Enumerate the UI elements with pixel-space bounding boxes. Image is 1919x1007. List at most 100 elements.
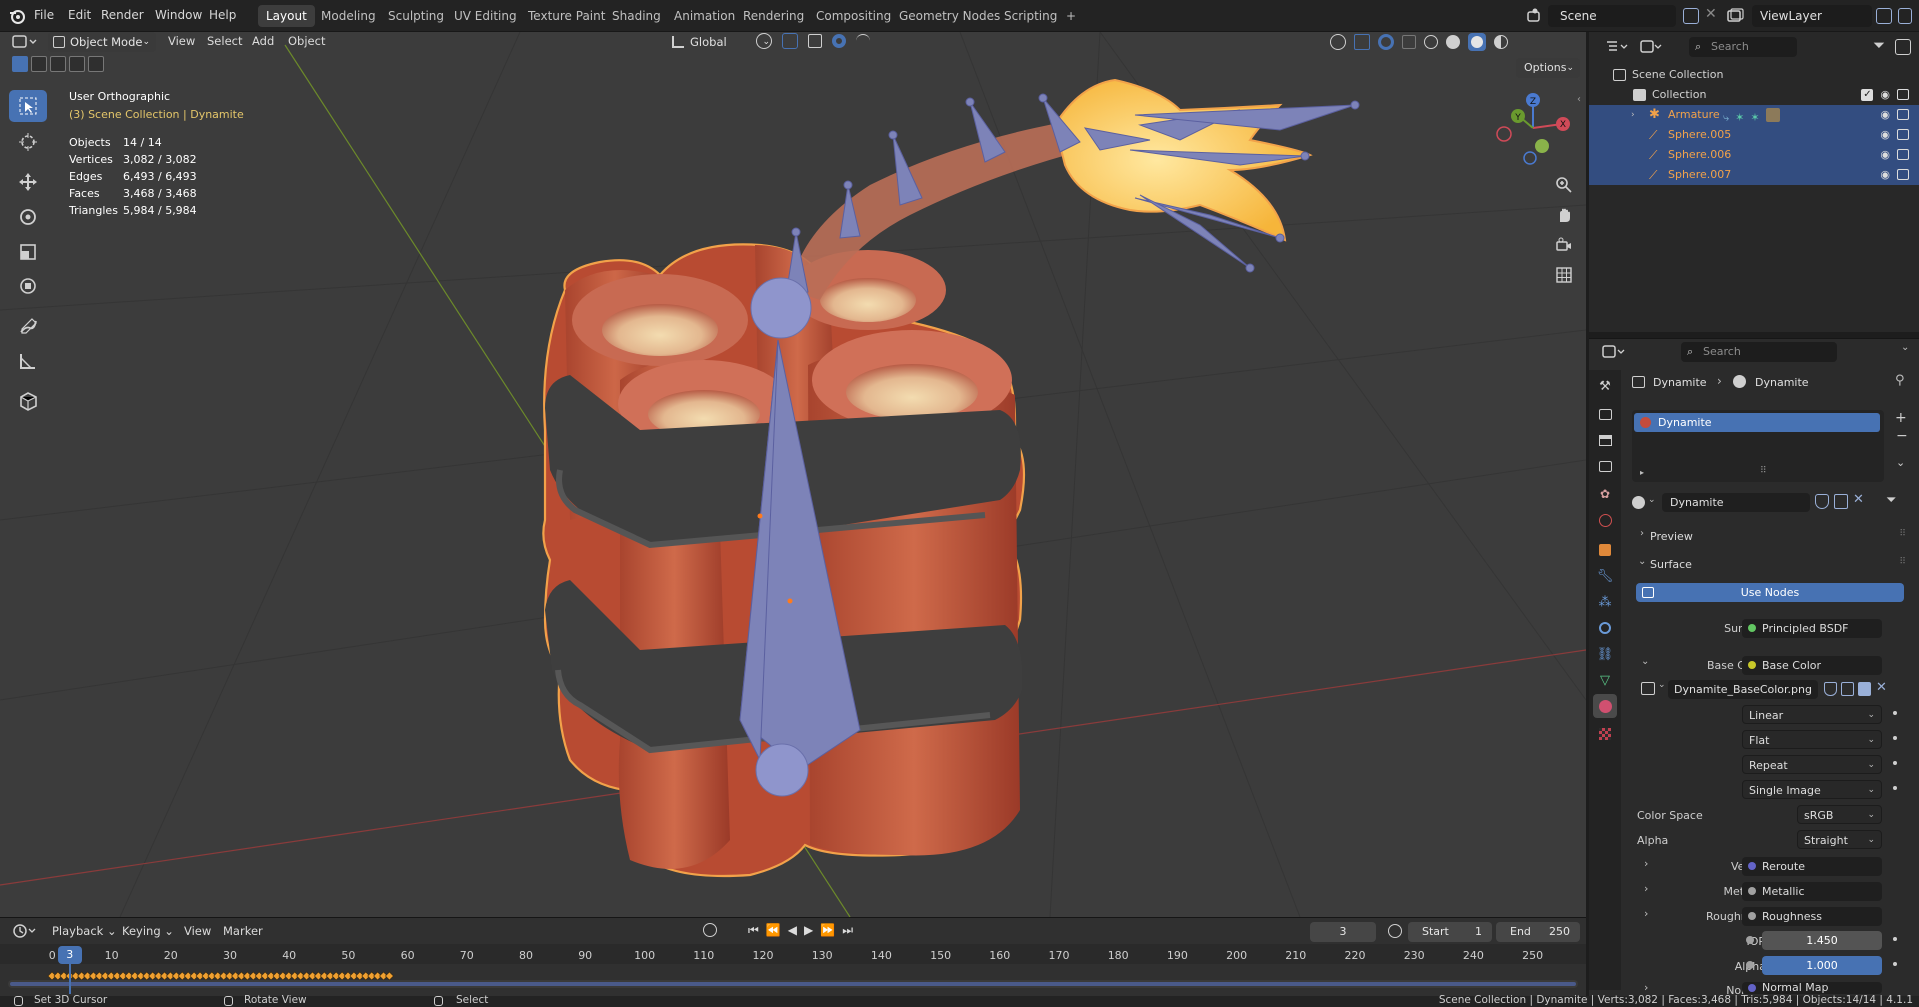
select-subtract-icon[interactable] (50, 56, 66, 72)
menu-keying[interactable]: Keying ⌄ (122, 924, 174, 938)
auto-keying-icon[interactable] (703, 923, 717, 937)
tab-output[interactable] (1593, 428, 1617, 452)
unlink-image-icon[interactable]: ✕ (1876, 680, 1887, 695)
roughness-input-field[interactable]: Roughness (1742, 907, 1882, 926)
sidebar-toggle-icon[interactable]: ‹ (1577, 94, 1581, 105)
camera-view-button[interactable] (1551, 232, 1577, 258)
fake-user-shield-icon[interactable] (1824, 682, 1837, 696)
tab-render[interactable] (1593, 402, 1617, 426)
ior-field[interactable]: 1.450 (1762, 931, 1882, 950)
timeline-editor-type-icon[interactable] (12, 922, 40, 940)
keyframe-diamond[interactable] (385, 971, 394, 981)
menu-select[interactable]: Select (207, 32, 242, 50)
xray-icon[interactable] (1402, 35, 1416, 49)
material-preview-icon[interactable] (1468, 33, 1486, 51)
keyframe-dot-icon[interactable] (1893, 736, 1897, 740)
menu-timeline-view[interactable]: View (184, 924, 211, 938)
duplicate-material-icon[interactable] (1834, 494, 1848, 509)
3d-viewport[interactable] (0, 32, 1586, 917)
wireframe-shading-icon[interactable] (1424, 35, 1438, 49)
solid-shading-icon[interactable] (1446, 35, 1460, 49)
slot-menu-icon[interactable]: ⌄ (1896, 456, 1905, 469)
preview-range-clock-icon[interactable] (1388, 924, 1402, 938)
select-new-icon[interactable] (12, 56, 28, 72)
pan-button[interactable] (1551, 202, 1577, 228)
keyframe-dot-icon[interactable] (1893, 786, 1897, 790)
prev-keyframe-icon[interactable]: ⏪ (766, 923, 781, 938)
projection-dropdown[interactable]: Flat ⌄ (1742, 730, 1882, 749)
tab-modeling[interactable]: Modeling (313, 5, 384, 27)
exclude-checkbox[interactable]: ✓ (1861, 89, 1874, 101)
source-dropdown[interactable]: Single Image ⌄ (1742, 780, 1882, 799)
gizmo-icon[interactable] (1354, 34, 1370, 50)
chevron-down-icon[interactable]: ⌄ (1658, 680, 1666, 690)
material-filter-icon[interactable]: ⏷ (1886, 493, 1896, 508)
menu-add[interactable]: Add (252, 32, 274, 50)
menu-render[interactable]: Render (101, 8, 144, 22)
pin-icon[interactable]: ⚲ (1895, 373, 1905, 388)
rendered-shading-icon[interactable] (1494, 35, 1508, 49)
chevron-down-icon[interactable]: ⌄ (1901, 342, 1909, 353)
view-layer-icon[interactable] (1726, 7, 1746, 25)
outliner-row-scene-collection[interactable]: Scene Collection (1589, 65, 1919, 85)
chevron-down-icon[interactable]: ⌄ (1648, 495, 1656, 505)
menu-help[interactable]: Help (209, 8, 236, 22)
select-box-tool[interactable] (9, 90, 47, 122)
jump-start-icon[interactable]: ⏮ (748, 923, 759, 938)
alpha-slider[interactable]: 1.000 (1762, 956, 1882, 975)
new-scene-icon[interactable] (1683, 8, 1699, 24)
keyframe-dot-icon[interactable] (1893, 937, 1897, 941)
annotate-tool[interactable] (9, 310, 47, 342)
next-keyframe-icon[interactable]: ⏩ (820, 923, 835, 938)
view-layer-selector[interactable]: ViewLayer (1752, 5, 1872, 27)
play-reverse-icon[interactable]: ◀ (788, 923, 797, 938)
unlink-material-icon[interactable]: ✕ (1853, 492, 1864, 507)
new-view-layer-icon[interactable] (1876, 8, 1892, 24)
use-nodes-button[interactable]: Use Nodes (1636, 583, 1904, 602)
selection-mode-buttons[interactable] (12, 56, 104, 72)
menu-edit[interactable]: Edit (68, 8, 91, 22)
tab-particles[interactable]: ⁂ (1593, 590, 1617, 614)
resize-handle-icon[interactable]: ⠿ (1760, 466, 1767, 476)
cursor-tool[interactable] (9, 126, 47, 158)
tab-view-layer[interactable] (1593, 454, 1617, 478)
remove-view-layer-icon[interactable] (1898, 8, 1912, 24)
tab-texture-paint[interactable]: Texture Paint (520, 5, 613, 27)
expand-arrow-icon[interactable]: ▸ (1640, 468, 1644, 477)
tab-data[interactable]: ▽ (1593, 668, 1617, 692)
play-icon[interactable]: ▶ (804, 923, 813, 938)
fake-user-shield-icon[interactable] (1815, 494, 1829, 509)
keyframe-dot-icon[interactable] (1893, 711, 1897, 715)
material-browse-icon[interactable] (1632, 496, 1645, 509)
material-slot-item[interactable]: Dynamite (1634, 413, 1880, 432)
tab-shading[interactable]: Shading (604, 5, 669, 27)
options-button[interactable]: Options ⌄ (1516, 58, 1580, 78)
remove-slot-icon[interactable]: − (1896, 428, 1908, 444)
add-workspace-button[interactable]: + (1058, 5, 1084, 27)
expand-arrow-icon[interactable]: › (1631, 105, 1635, 125)
outliner-editor-type-icon[interactable] (1605, 38, 1631, 56)
eye-icon[interactable]: ◉ (1880, 89, 1890, 101)
camera-render-icon[interactable] (1897, 149, 1909, 160)
material-name-field[interactable]: Dynamite (1662, 493, 1810, 512)
blender-logo-icon[interactable] (8, 7, 26, 25)
falloff-icon[interactable] (856, 34, 870, 48)
new-collection-icon[interactable] (1895, 39, 1911, 55)
proportional-edit-icon[interactable] (832, 34, 846, 48)
tab-world[interactable] (1593, 508, 1617, 532)
eye-icon[interactable]: ◉ (1880, 109, 1890, 121)
end-frame-field[interactable]: End 250 (1496, 922, 1580, 942)
camera-render-icon[interactable] (1897, 109, 1909, 120)
tab-geometry-nodes[interactable]: Geometry Nodes (891, 5, 1008, 27)
transform-tool[interactable] (9, 270, 47, 302)
start-frame-field[interactable]: Start 1 (1408, 922, 1492, 942)
scene-icon[interactable] (1526, 7, 1544, 25)
outliner-row-sphere-005[interactable]: ⟋ Sphere.005 ◉ (1589, 125, 1919, 145)
open-image-icon[interactable] (1858, 682, 1871, 696)
breadcrumb-object[interactable]: Dynamite (1653, 376, 1707, 389)
tab-physics[interactable] (1593, 616, 1617, 640)
filter-icon[interactable]: ⏷ (1873, 36, 1885, 54)
surface-panel-header[interactable]: ⌄ Surface ⠿ (1632, 554, 1912, 574)
delete-scene-icon[interactable]: ✕ (1705, 6, 1717, 22)
surface-shader-field[interactable]: Principled BSDF (1742, 619, 1882, 638)
